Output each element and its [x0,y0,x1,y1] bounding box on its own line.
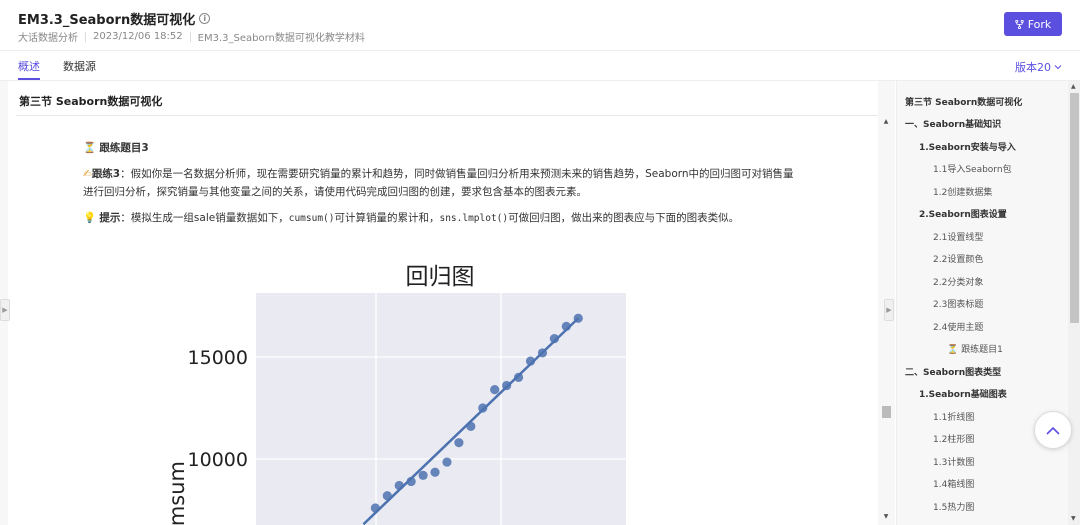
toc-item[interactable]: 二、Seaborn图表类型 [905,365,1001,378]
section-title: 第三节 Seaborn数据可视化 [19,95,163,108]
document-area: 第三节 Seaborn数据可视化 ⏳ 跟练题目3 ✍跟练3：假如你是一名数据分析… [0,81,895,525]
meta-divider [189,31,191,42]
header-bar: EM3.3_Seaborn数据可视化 i 大话数据分析 2023/12/06 1… [0,0,1080,51]
data-point [513,372,524,382]
exercise-text: ：假如你是一名数据分析师，现在需要研究销量的累计和趋势，同时做销售量回归分析用来… [83,168,794,198]
lightbulb-icon: 💡 [83,212,97,224]
data-point [442,457,452,467]
toc-item[interactable]: 2.Seaborn图表设置 [919,207,1007,220]
fork-button[interactable]: Fork [1004,12,1062,36]
toc-item[interactable]: 2.2分类对象 [933,275,983,288]
data-point [561,321,571,331]
hourglass-icon: ⏳ [947,345,959,355]
document-card: 第三节 Seaborn数据可视化 ⏳ 跟练题目3 ✍跟练3：假如你是一名数据分析… [8,81,878,525]
data-point [454,438,464,448]
fork-label: Fork [1027,17,1052,31]
tab-bar: 概述 数据源 版本20 [0,51,1080,81]
hint-code-lmplot: sns.lmplot() [439,213,509,224]
data-point [406,476,416,487]
markdown-cell: ⏳ 跟练题目3 ✍跟练3：假如你是一名数据分析师，现在需要研究销量的累计和趋势，… [83,139,803,236]
tab-datasource[interactable]: 数据源 [63,58,96,74]
hourglass-icon: ⏳ [83,142,97,154]
meta-date: 2023/12/06 18:52 [93,31,183,42]
meta-row: 大话数据分析 2023/12/06 18:52 EM3.3_Seaborn数据可… [18,29,365,44]
meta-author[interactable]: 大话数据分析 [18,29,78,44]
toc-item[interactable]: 1.1折线图 [933,410,974,423]
hint-text-1: ：模拟生成一组sale销量数据如下， [120,212,289,224]
hint-code-cumsum: cumsum() [288,213,335,224]
chevron-up-icon [1046,426,1060,435]
toc-item[interactable]: 2.3图表标题 [933,297,983,310]
toc-item[interactable]: 1.2创建数据集 [933,185,992,198]
exercise-paragraph: ✍跟练3：假如你是一名数据分析师，现在需要研究销量的累计和趋势，同时做销售量回归… [83,165,803,201]
scroll-down-arrow-icon[interactable]: ▼ [882,513,890,521]
divider [16,115,878,116]
toc-item[interactable]: 2.2设置颜色 [933,252,983,265]
data-point [394,480,404,491]
data-point [549,334,559,344]
y-tick-label: 15000 [188,347,248,369]
toc-item[interactable]: 1.5热力图 [933,500,974,513]
data-point [370,503,380,513]
info-icon[interactable]: i [199,13,211,24]
data-point [418,470,428,480]
data-point [490,385,500,395]
data-point [466,421,476,431]
document-scrollbar[interactable]: ▲ ▼ [881,114,891,525]
data-point [502,380,512,391]
hint-label: 提示 [99,212,121,224]
chart-title: 回归图 [406,264,475,290]
active-tab-indicator [18,78,40,80]
scroll-thumb[interactable] [882,406,891,418]
toc-item[interactable]: 2.4使用主题 [933,320,983,333]
toc-scrollbar[interactable]: ▲ ▼ [1068,81,1080,525]
data-point [573,313,583,323]
y-axis-label: cumsum [168,461,189,525]
toc-item[interactable]: 1.3计数图 [933,455,974,468]
scroll-down-arrow-icon[interactable]: ▼ [1071,515,1078,522]
toc-item[interactable]: 第三节 Seaborn数据可视化 [905,95,1022,108]
scroll-up-arrow-icon[interactable]: ▲ [1071,83,1078,90]
chevron-down-icon [1054,65,1062,70]
exercise-heading-text: 跟练题目3 [99,142,149,154]
toc-item[interactable]: 一、Seaborn基础知识 [905,117,1001,130]
meta-divider [85,31,86,42]
hint-text-3: 可做回归图，做出来的图表应与下面的图表类似。 [508,212,740,224]
exercise-label: 跟练3 [91,168,121,180]
toc-item[interactable]: 1.Seaborn基础图表 [919,387,1007,400]
exercise-heading: ⏳ 跟练题目3 [83,139,803,157]
toc-item[interactable]: 1.2柱形图 [933,432,974,445]
y-tick-label: 10000 [188,449,248,471]
data-point [478,403,488,413]
toc-item[interactable]: ⏳ 跟练题目1 [947,342,1003,355]
scroll-up-arrow-icon[interactable]: ▲ [882,118,890,126]
toc-item[interactable]: 1.4箱线图 [933,477,974,490]
hint-text-2: 可计算销量的累计和， [334,212,440,224]
toc-item[interactable]: 2.1设置线型 [933,230,983,243]
table-of-contents: 第三节 Seaborn数据可视化 一、Seaborn基础知识 1.Seaborn… [896,81,1080,525]
toc-scroll-thumb[interactable] [1070,93,1079,323]
project-title: EM3.3_Seaborn数据可视化 [18,13,196,28]
version-dropdown[interactable]: 版本20 [1015,59,1062,75]
title-row: EM3.3_Seaborn数据可视化 i [18,9,211,28]
hint-paragraph: 💡 提示：模拟生成一组sale销量数据如下，cumsum()可计算销量的累计和，… [83,209,803,228]
writing-hand-icon: ✍ [83,168,92,180]
toc-item[interactable]: 1.Seaborn安装与导入 [919,140,1016,153]
data-point [382,491,392,501]
data-point [537,348,548,358]
version-label: 版本20 [1015,61,1051,74]
toc-item-label: 跟练题目1 [961,345,1003,355]
meta-description: EM3.3_Seaborn数据可视化教学材料 [197,33,365,44]
data-point [430,467,440,477]
tab-overview[interactable]: 概述 [18,58,40,74]
data-point [525,356,536,366]
regression-chart: 回归图 15000 10000 cumsum [168,264,626,525]
back-to-top-button[interactable] [1034,411,1072,449]
toc-item[interactable]: 1.1导入Seaborn包 [933,162,1012,175]
collapse-left-handle[interactable]: ▶ [0,299,10,321]
fork-icon [1014,19,1024,29]
